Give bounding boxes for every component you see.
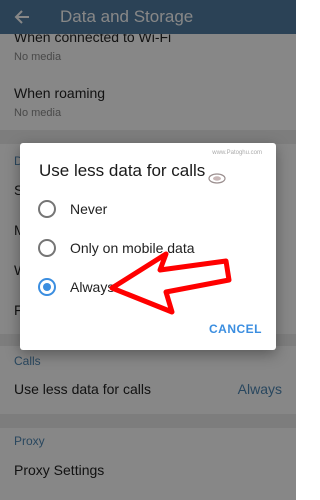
dialog-title: Use less data for calls <box>39 161 206 180</box>
watermark-logo-icon <box>208 173 226 184</box>
cancel-button[interactable]: CANCEL <box>209 322 262 336</box>
option-label: Always <box>70 279 115 295</box>
option-label: Never <box>70 201 108 217</box>
radio-only-mobile-data[interactable] <box>38 239 56 257</box>
option-always[interactable]: Always <box>38 274 266 300</box>
option-only-mobile-data[interactable]: Only on mobile data <box>38 235 266 261</box>
use-less-data-dialog: www.Patoghu.com Use less data for calls … <box>20 143 276 350</box>
option-label: Only on mobile data <box>70 240 195 256</box>
option-never[interactable]: Never <box>38 196 266 222</box>
watermark: www.Patoghu.com <box>212 150 262 156</box>
radio-always[interactable] <box>38 278 56 296</box>
radio-never[interactable] <box>38 200 56 218</box>
